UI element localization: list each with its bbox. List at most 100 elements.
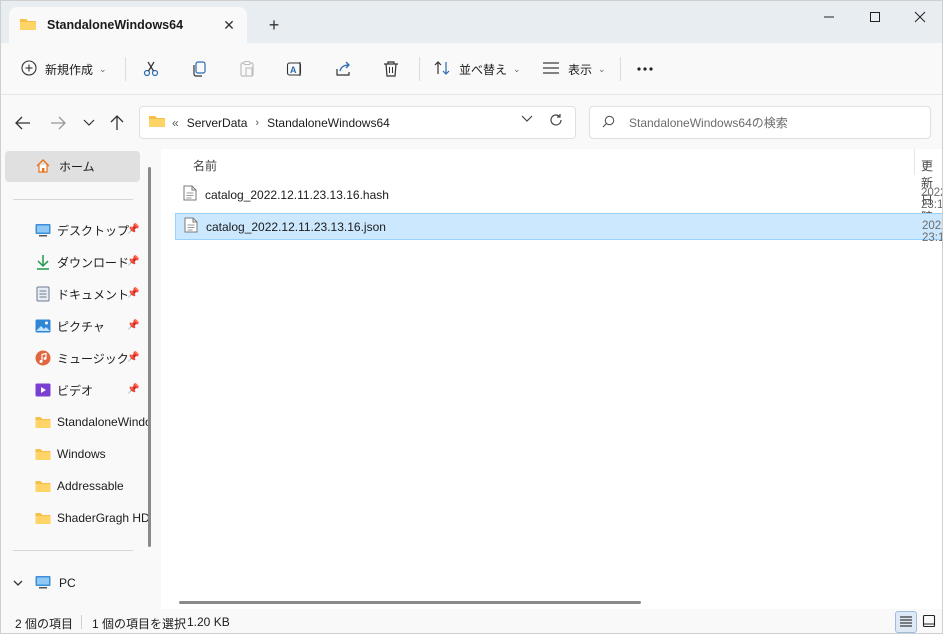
cut-icon[interactable] xyxy=(139,57,163,81)
sidebar-item-shadergragh[interactable]: ShaderGragh HDRP xyxy=(1,504,151,532)
close-window-button[interactable] xyxy=(897,5,942,29)
svg-text:A: A xyxy=(290,65,297,75)
address-bar[interactable]: « ServerData › StandaloneWindows64 xyxy=(139,106,576,139)
sidebar-item-desktop[interactable]: デスクトップ 📌 xyxy=(1,216,151,244)
sort-icon xyxy=(433,60,451,79)
plus-circle-icon xyxy=(21,59,37,79)
back-arrow-icon[interactable] xyxy=(12,112,34,134)
share-icon[interactable] xyxy=(331,57,355,81)
pictures-icon xyxy=(35,318,51,334)
sidebar-item-videos[interactable]: ビデオ 📌 xyxy=(1,376,151,404)
sidebar-item-documents[interactable]: ドキュメント 📌 xyxy=(1,280,151,308)
recent-locations-chevron-icon[interactable] xyxy=(78,112,100,134)
chevron-down-icon[interactable] xyxy=(13,576,23,590)
documents-icon xyxy=(35,286,51,302)
file-name: catalog_2022.12.11.23.13.16.hash xyxy=(205,187,389,202)
up-arrow-icon[interactable] xyxy=(106,112,128,134)
file-row-selected[interactable]: catalog_2022.12.11.23.13.16.json 2022/12… xyxy=(175,213,942,244)
delete-icon[interactable] xyxy=(379,57,403,81)
sidebar-item-label: ドキュメント xyxy=(57,287,130,302)
address-row: « ServerData › StandaloneWindows64 Stand… xyxy=(1,95,942,149)
paste-icon[interactable] xyxy=(235,57,259,81)
desktop-icon xyxy=(35,222,51,238)
sidebar-item-label: ShaderGragh HDRP xyxy=(57,511,151,525)
search-box[interactable]: StandaloneWindows64の検索 xyxy=(589,106,931,139)
new-button[interactable]: 新規作成 ⌄ xyxy=(21,55,107,83)
sidebar-pc-label: PC xyxy=(59,576,76,590)
divider xyxy=(620,57,621,81)
view-label: 表示 xyxy=(568,62,593,77)
folder-icon xyxy=(19,16,37,35)
sidebar-item-windows[interactable]: Windows xyxy=(1,440,151,468)
new-button-label: 新規作成 xyxy=(45,62,94,77)
large-icons-view-button[interactable] xyxy=(918,611,940,633)
sidebar-item-standalonewindows64[interactable]: StandaloneWindows64 xyxy=(1,408,151,436)
selection-count: 1 個の項目を選択 xyxy=(92,617,187,631)
forward-arrow-icon[interactable] xyxy=(47,112,69,134)
breadcrumb-chevron-icon[interactable]: › xyxy=(255,117,259,129)
file-date: 2022/12/11 23:13 xyxy=(922,220,942,244)
sidebar-home-label: ホーム xyxy=(59,160,95,174)
tiles-view-icon xyxy=(922,614,936,631)
sidebar-item-pictures[interactable]: ピクチャ 📌 xyxy=(1,312,151,340)
home-icon xyxy=(35,158,51,177)
refresh-icon[interactable] xyxy=(549,113,563,131)
pin-icon: 📌 xyxy=(127,384,140,395)
pin-icon: 📌 xyxy=(127,320,140,331)
sidebar-scrollbar[interactable] xyxy=(148,167,151,547)
view-button[interactable]: 表示 ⌄ xyxy=(542,55,606,83)
tab-standalonewindows64[interactable]: StandaloneWindows64 ✕ xyxy=(9,7,247,43)
minimize-button[interactable] xyxy=(806,5,852,29)
file-icon xyxy=(183,185,197,204)
maximize-button[interactable] xyxy=(852,5,898,29)
new-tab-button[interactable]: + xyxy=(263,14,285,36)
divider xyxy=(125,57,126,81)
sidebar-item-label: StandaloneWindows64 xyxy=(57,415,151,429)
close-tab-icon[interactable]: ✕ xyxy=(219,15,239,35)
sidebar-item-label: デスクトップ xyxy=(57,223,130,238)
breadcrumb-standalonewindows64[interactable]: StandaloneWindows64 xyxy=(267,116,390,130)
horizontal-scrollbar[interactable] xyxy=(179,601,641,604)
pc-icon xyxy=(35,575,51,592)
sidebar-item-label: ミュージック xyxy=(57,351,129,366)
download-icon xyxy=(35,254,51,270)
breadcrumb-serverdata[interactable]: ServerData xyxy=(187,116,248,130)
navigation-pane: ホーム デスクトップ 📌 ダウンロード 📌 ドキュメント 📌 ピクチャ 📌 ミュ… xyxy=(1,149,159,609)
music-icon xyxy=(35,350,51,366)
sidebar-item-addressable[interactable]: Addressable xyxy=(1,472,151,500)
command-bar: 新規作成 ⌄ A 並べ替え ⌄ 表示 ⌄ xyxy=(1,43,942,95)
title-bar: StandaloneWindows64 ✕ + xyxy=(1,1,942,43)
sidebar-item-music[interactable]: ミュージック 📌 xyxy=(1,344,151,372)
sidebar-item-label: Addressable xyxy=(57,479,124,493)
details-view-button[interactable] xyxy=(895,611,917,633)
sidebar-item-label: ピクチャ xyxy=(57,319,105,334)
sidebar-item-downloads[interactable]: ダウンロード 📌 xyxy=(1,248,151,276)
folder-icon xyxy=(35,510,51,526)
column-divider[interactable] xyxy=(914,149,915,175)
sidebar-item-pc[interactable]: PC xyxy=(1,569,151,597)
search-placeholder: StandaloneWindows64の検索 xyxy=(629,116,788,130)
more-icon[interactable] xyxy=(633,57,657,81)
folder-icon xyxy=(35,414,51,430)
copy-icon[interactable] xyxy=(187,57,211,81)
chevron-down-icon: ⌄ xyxy=(99,63,107,74)
breadcrumb-overflow[interactable]: « xyxy=(172,116,179,130)
selection-size: 1.20 KB xyxy=(187,615,230,629)
file-name: catalog_2022.12.11.23.13.16.json xyxy=(206,219,386,234)
sidebar-item-home[interactable]: ホーム xyxy=(5,151,140,182)
divider xyxy=(419,57,420,81)
search-icon xyxy=(602,115,615,131)
rename-icon[interactable]: A xyxy=(283,57,307,81)
sort-label: 並べ替え xyxy=(459,62,508,77)
chevron-down-icon: ⌄ xyxy=(513,63,521,74)
sidebar-item-label: ビデオ xyxy=(57,383,94,398)
file-icon xyxy=(184,217,198,236)
pin-icon: 📌 xyxy=(127,224,140,235)
file-explorer-window: StandaloneWindows64 ✕ + 新規作成 ⌄ A 並べ替え ⌄ … xyxy=(0,0,943,634)
pin-icon: 📌 xyxy=(127,288,140,299)
column-name-header[interactable]: 名前 xyxy=(193,157,217,174)
sort-button[interactable]: 並べ替え ⌄ xyxy=(433,55,521,83)
address-history-chevron-icon[interactable] xyxy=(521,115,533,126)
details-view-icon xyxy=(899,615,913,630)
file-row[interactable]: catalog_2022.12.11.23.13.16.hash 2022/12… xyxy=(175,181,942,211)
